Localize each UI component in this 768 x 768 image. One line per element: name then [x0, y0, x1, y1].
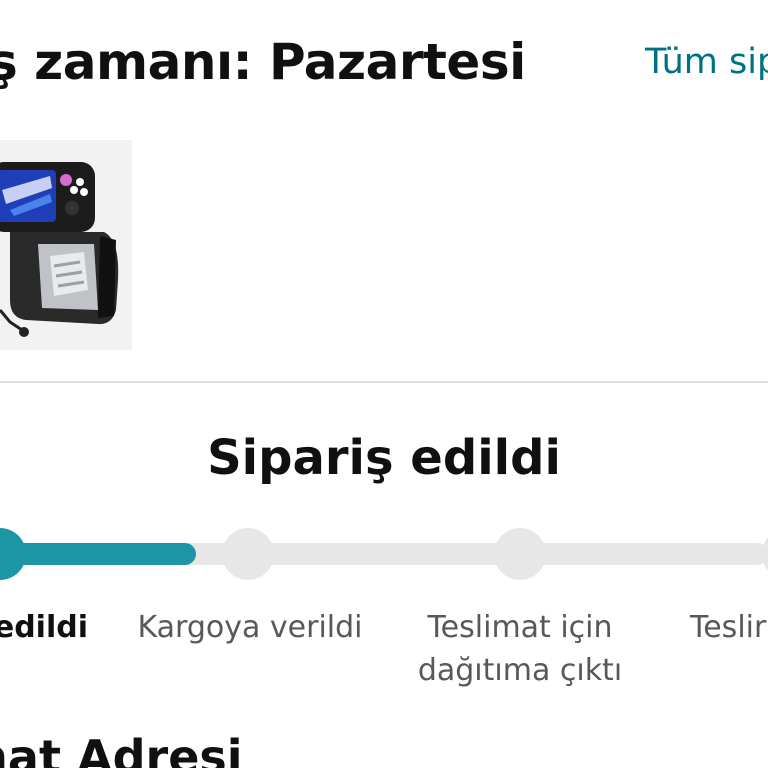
- section-divider: [0, 381, 768, 383]
- step-node-shipped: [222, 528, 274, 580]
- progress-fill: [0, 543, 196, 565]
- step-label-line: Teslir: [690, 610, 767, 645]
- order-status-heading: Sipariş edildi: [207, 430, 561, 486]
- step-label-line: Teslimat için: [427, 610, 613, 645]
- step-label-ordered: edildi: [0, 606, 88, 649]
- step-label-line: edildi: [0, 610, 88, 645]
- order-details-page: ş zamanı: Pazartesi Tüm sip Sipariş edil…: [0, 0, 768, 768]
- step-label-line: dağıtıma çıktı: [417, 653, 623, 688]
- step-label-out-for-delivery: Teslimat için dağıtıma çıktı: [395, 606, 645, 692]
- delivery-address-heading: mat Adresi: [0, 730, 243, 768]
- step-label-delivered: Teslir: [690, 606, 768, 649]
- step-node-ordered: [0, 528, 26, 580]
- all-orders-link[interactable]: Tüm sip: [645, 42, 768, 82]
- step-node-delivered: [762, 528, 768, 580]
- step-label-line: Kargoya verildi: [137, 610, 363, 645]
- step-node-out-for-delivery: [494, 528, 546, 580]
- step-label-shipped: Kargoya verildi: [110, 606, 390, 649]
- product-image[interactable]: [0, 140, 132, 350]
- delivery-date-title: ş zamanı: Pazartesi: [0, 33, 526, 91]
- handheld-console-case-icon: [0, 162, 119, 337]
